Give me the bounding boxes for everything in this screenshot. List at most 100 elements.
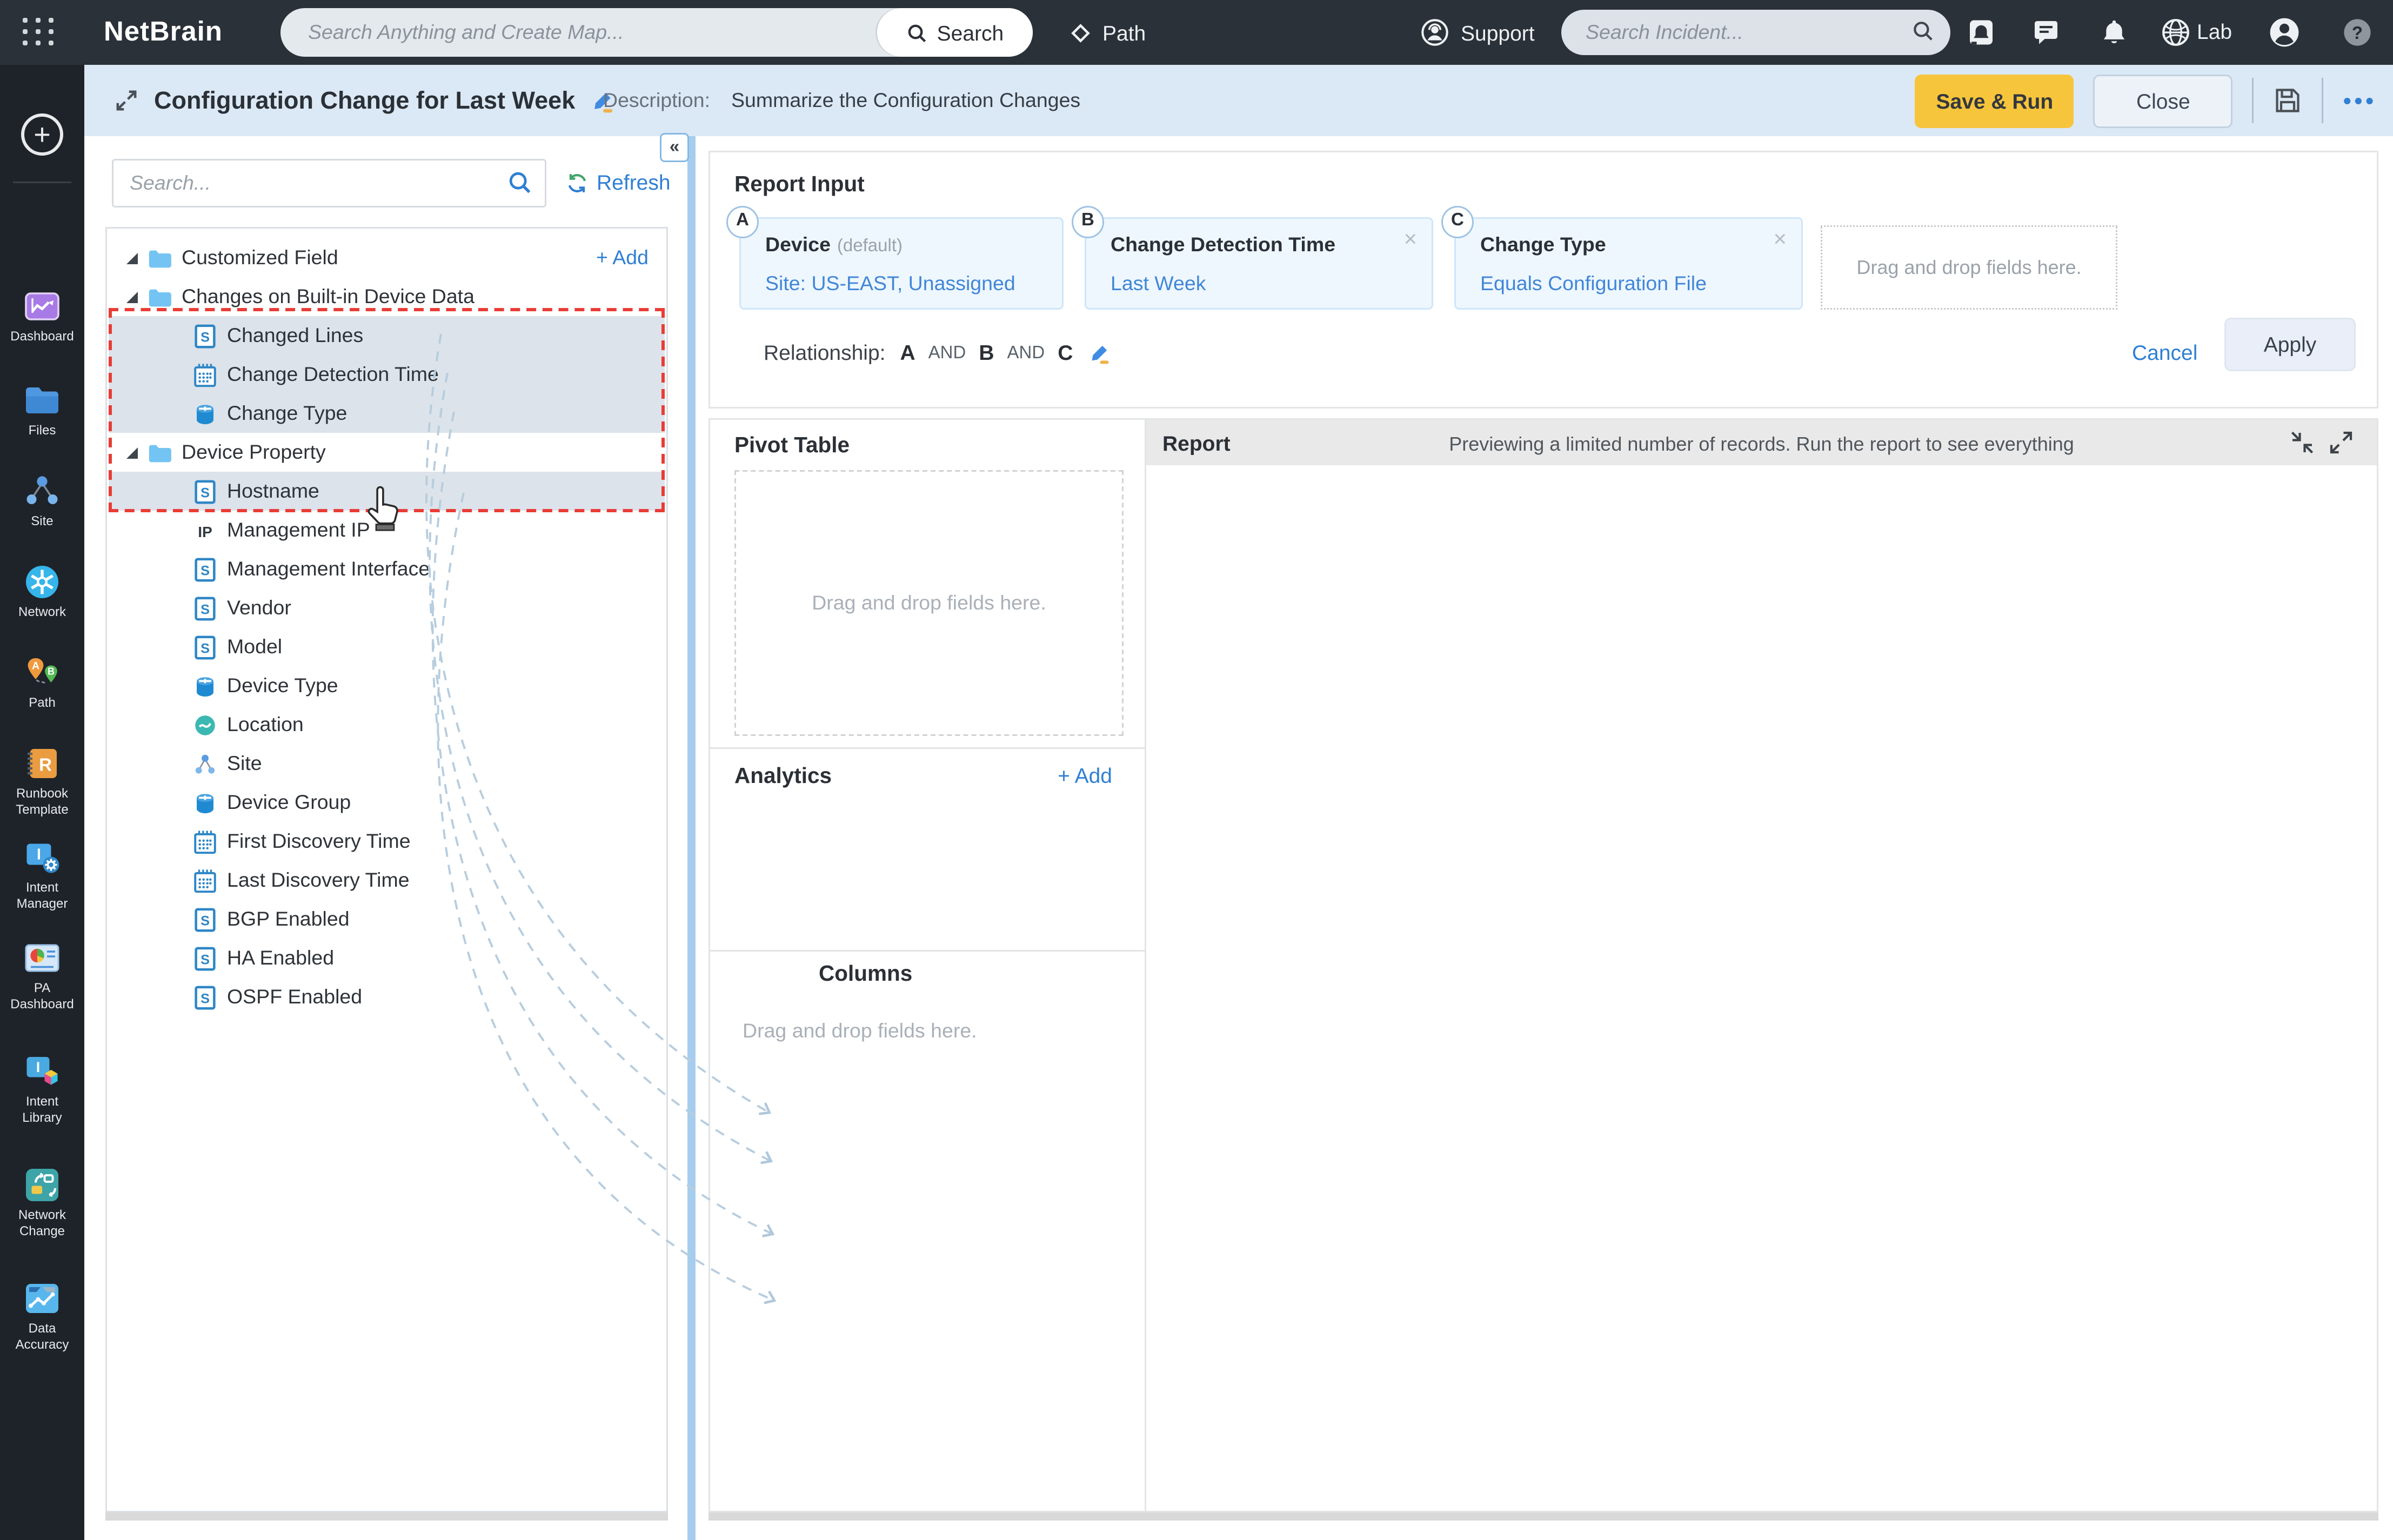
expand-triangle-icon[interactable] [126,252,138,264]
nav-path[interactable]: Path [1070,0,1146,65]
tree-item-last-discovery-time[interactable]: Last Discovery Time [109,861,665,900]
refresh-icon [568,173,586,192]
rail-item-data-accuracy[interactable]: Data Accuracy [0,1279,84,1352]
tree-item-management-ip[interactable]: IP Management IP [109,511,665,550]
tree-item-site[interactable]: Site [109,744,665,783]
user-avatar-icon[interactable] [2268,16,2301,49]
add-field-button[interactable]: + Add [596,246,649,269]
netbrain-logo: NetBrain [104,16,223,47]
analytics-add-button[interactable]: + Add [1058,764,1112,788]
rail-item-label: Intent [25,880,58,895]
rail-item-network[interactable]: Network [0,563,84,620]
relationship-operand: A [900,340,915,365]
tree-item-device-property[interactable]: Device Property [109,433,665,472]
collapse-panel-button[interactable]: « [660,133,689,162]
card-value-link[interactable]: Equals Configuration File [1480,272,1707,295]
input-card-c[interactable]: C Change Type × Equals Configuration File [1441,206,1803,310]
report-input-cards: A Device (default) Site: US-EAST, Unassigne… [726,206,1803,310]
card-value-link[interactable]: Site: US-EAST, Unassigned [765,272,1015,295]
rail-item-network-change[interactable]: Network Change [0,1166,84,1238]
tree-item-label: Management Interface [227,558,430,580]
cancel-button[interactable]: Cancel [2132,340,2197,365]
tree-item-location[interactable]: Location [109,705,665,744]
tree-item-first-discovery-time[interactable]: First Discovery Time [109,822,665,861]
rail-item-pa-dashboard[interactable]: PA Dashboard [0,939,84,1012]
nav-support[interactable]: Support [1420,0,1535,65]
svg-text:R: R [39,755,52,775]
more-options-button[interactable]: ••• [2343,74,2377,128]
rail-item-label: PA [34,981,51,995]
incident-search-input[interactable]: Search Incident... [1561,10,1950,55]
relationship-operator: AND [1007,343,1045,363]
rail-item-label: Accuracy [15,1336,69,1351]
lab-label[interactable]: Lab [2197,0,2232,65]
apply-button[interactable]: Apply [2224,318,2356,371]
rail-item-label: Template [16,801,69,816]
tree-item-hostname[interactable]: S Hostname [109,472,665,511]
svg-text:?: ? [2352,23,2363,43]
expand-triangle-icon[interactable] [126,291,138,303]
tree-item-change-detection-time[interactable]: Change Detection Time [109,355,665,394]
tree-item-change-type[interactable]: Change Type [109,394,665,433]
add-new-button[interactable]: + [21,113,63,156]
edit-pencil-icon[interactable] [1087,342,1110,364]
rail-item-site[interactable]: Site [0,472,84,530]
tree-item-model[interactable]: S Model [109,627,665,666]
notification-bell-icon[interactable] [2098,16,2130,49]
svg-text:S: S [200,952,210,967]
relationship-expression: A AND B AND C [900,340,1073,365]
tree-item-management-interface[interactable]: S Management Interface [109,550,665,588]
rail-item-files[interactable]: Files [0,381,84,439]
tree-item-ospf-enabled[interactable]: S OSPF Enabled [109,977,665,1016]
tree-search-input[interactable]: Search... [112,159,546,207]
intent-library-icon: I [26,1057,58,1085]
expand-triangle-icon[interactable] [126,446,138,458]
intent-manager-icon: I [26,843,59,873]
tree-item-bgp-enabled[interactable]: S BGP Enabled [109,900,665,939]
expand-report-icon[interactable] [2328,430,2354,456]
database-icon [197,676,213,696]
card-value-link[interactable]: Last Week [1111,272,1206,295]
close-button[interactable]: Close [2093,73,2233,128]
rail-item-path[interactable]: A B Path [0,653,84,711]
rail-item-intent-manager[interactable]: I Intent Manager [0,838,84,911]
site-icon [195,754,215,773]
tree-item-changes-on-built-in-device-data[interactable]: Changes on Built-in Device Data [109,277,665,316]
tree-item-device-group[interactable]: Device Group [109,783,665,822]
collapse-report-icon[interactable] [2289,430,2315,456]
pivot-drop-zone[interactable]: Drag and drop fields here. [734,470,1124,736]
tree-item-device-type[interactable]: Device Type [109,666,665,705]
tree-item-ha-enabled[interactable]: S HA Enabled [109,939,665,977]
input-card-b[interactable]: B Change Detection Time × Last Week [1072,206,1433,310]
alarm-panel-icon[interactable] [1965,16,1997,49]
scroll-strip [105,1512,668,1521]
global-search-input[interactable]: Search Anything and Create Map... Search [280,8,1033,57]
app-launcher-grid-icon[interactable] [23,18,57,47]
tree-item-changed-lines[interactable]: S Changed Lines [109,316,665,355]
rail-item-dashboard[interactable]: Dashboard [0,287,84,345]
tree-item-vendor[interactable]: S Vendor [109,588,665,627]
tree-item-customized-field[interactable]: Customized Field + Add [109,238,665,277]
refresh-button[interactable]: Refresh [566,170,671,195]
help-icon[interactable]: ? [2341,16,2374,49]
card-badge: A [726,206,759,238]
message-bubble-icon[interactable] [2030,16,2062,49]
card-title: Change Type [1480,233,1606,256]
search-button[interactable]: Search [877,8,1033,57]
input-card-a[interactable]: A Device (default) Site: US-EAST, Unassigne… [726,206,1064,310]
dashboard-icon [25,292,59,320]
rail-item-intent-library[interactable]: I Intent Library [0,1052,84,1125]
rail-item-label: Network [18,605,66,619]
divider [2322,78,2324,123]
string-icon: S [195,635,216,659]
expand-window-icon[interactable] [113,88,139,113]
rail-item-runbook-template[interactable]: R Runbook Template [0,744,84,817]
string-icon: S [195,907,216,931]
panel-splitter[interactable] [687,136,696,1540]
close-icon[interactable]: × [1773,225,1787,251]
close-icon[interactable]: × [1403,225,1417,251]
save-and-run-button[interactable]: Save & Run [1915,73,2074,128]
report-input-drop-zone[interactable]: Drag and drop fields here. [1821,225,2117,310]
save-disk-icon[interactable] [2274,86,2303,115]
globe-icon[interactable] [2160,16,2192,49]
